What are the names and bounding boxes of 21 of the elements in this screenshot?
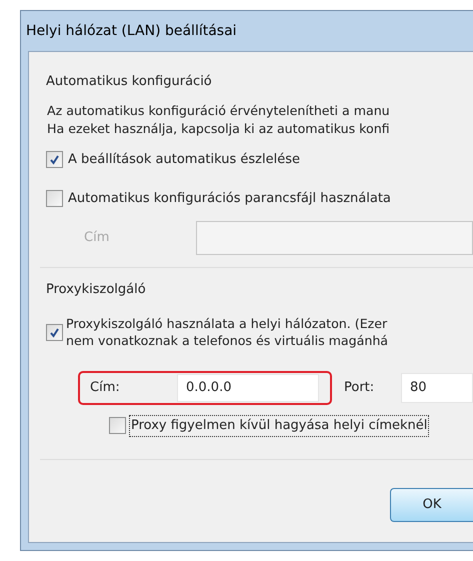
checkbox-label[interactable]: Proxy figyelmen kívül hagyása helyi címeknél <box>129 415 430 436</box>
checkmark-icon <box>49 154 60 165</box>
field-label: Cím <box>84 228 110 247</box>
checkbox[interactable] <box>46 150 63 168</box>
checkbox-label[interactable]: Proxykiszolgáló használata a helyi hálózaton. (Ezer nem vonatkoznak a telefonos és virtuális magánhá <box>66 315 388 349</box>
port-field[interactable]: 80 <box>401 373 473 403</box>
address-field[interactable] <box>196 220 473 254</box>
window-title: Helyi hálózat (LAN) beállításai <box>26 22 237 40</box>
description-text: Az automatikus konfiguráció érvénytelenítheti a manu Ha ezeket használja, kapcsolja ki az automatikus konfi <box>46 102 391 138</box>
ok-button[interactable]: OK <box>390 488 473 522</box>
field-label: Cím: <box>90 379 121 398</box>
checkbox[interactable] <box>46 324 63 340</box>
group-title: Proxykiszolgáló <box>46 280 147 298</box>
checkbox-label[interactable]: A beállítások automatikus észlelése <box>68 150 300 169</box>
group-title: Automatikus konfiguráció <box>46 73 213 91</box>
checkmark-icon <box>49 326 60 338</box>
checkbox[interactable] <box>46 190 63 208</box>
field-label: Port: <box>344 379 376 398</box>
proxy-address-field[interactable]: 0.0.0.0 <box>177 374 319 402</box>
checkbox[interactable] <box>109 417 126 434</box>
checkbox-label[interactable]: Automatikus konfigurációs parancsfájl használata <box>68 189 391 208</box>
